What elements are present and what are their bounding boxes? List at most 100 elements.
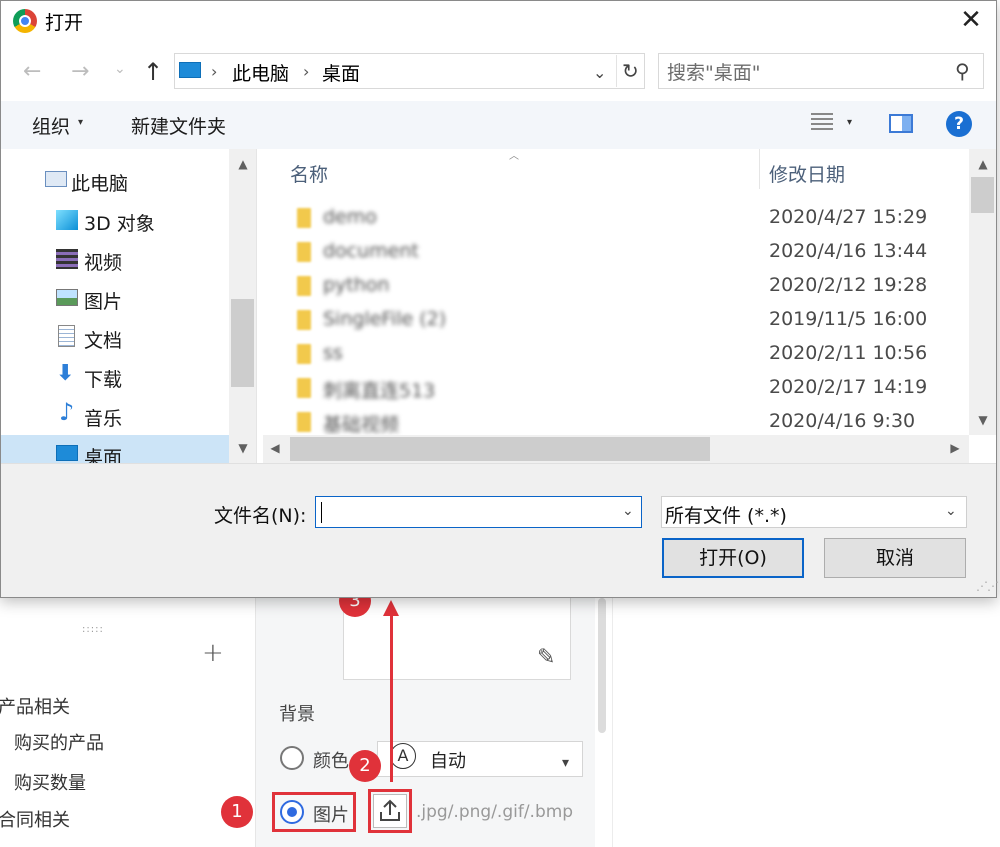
nav-item-videos[interactable]: 视频	[1, 240, 229, 279]
search-icon[interactable]: ⚲	[955, 59, 970, 83]
filename-dropdown-icon[interactable]: ⌄	[622, 503, 634, 519]
tree-group-contract[interactable]: 合同相关	[0, 806, 70, 832]
nav-label: 视频	[84, 252, 123, 274]
scroll-down-icon[interactable]: ▼	[973, 413, 993, 427]
file-name: demo	[323, 206, 377, 228]
column-divider[interactable]	[759, 149, 760, 189]
file-row[interactable]: document 2020/4/16 13:44	[263, 235, 969, 269]
tree-group-product[interactable]: 产品相关	[0, 693, 70, 719]
properties-scrollbar[interactable]	[598, 598, 606, 733]
callout-1: 1	[221, 796, 253, 828]
annotation-arrow-head	[383, 600, 399, 616]
file-name: SingleFile (2)	[323, 308, 447, 330]
title-bar[interactable]	[1, 1, 996, 41]
file-type-dropdown-icon[interactable]: ⌄	[945, 503, 957, 519]
nav-label: 音乐	[84, 408, 123, 430]
preview-pane-icon[interactable]	[889, 114, 913, 133]
scroll-up-icon[interactable]: ▲	[973, 157, 993, 171]
nav-item-pictures[interactable]: 图片	[1, 279, 229, 318]
scroll-down-icon[interactable]: ▼	[233, 441, 253, 455]
annotation-box-image-radio	[272, 792, 356, 832]
breadcrumb-desktop[interactable]: 桌面	[322, 59, 360, 86]
cancel-button[interactable]: 取消	[824, 538, 966, 578]
add-icon[interactable]: +	[202, 640, 224, 666]
nav-item-documents[interactable]: 文档	[1, 318, 229, 357]
column-header-name[interactable]: 名称	[290, 160, 328, 187]
computer-icon	[45, 171, 67, 187]
tree-item-purchase-quantity[interactable]: 购买数量	[14, 769, 86, 795]
view-options-icon[interactable]	[811, 113, 833, 133]
organize-dropdown-icon[interactable]: ▾	[78, 117, 83, 128]
nav-item-3d-objects[interactable]: 3D 对象	[1, 201, 229, 240]
column-header-modified[interactable]: 修改日期	[769, 160, 845, 187]
file-date: 2020/2/17 14:19	[769, 376, 928, 398]
file-date: 2020/2/11 10:56	[769, 342, 928, 364]
breadcrumb-separator-icon: ›	[303, 62, 310, 81]
nav-label: 图片	[84, 291, 123, 313]
organize-menu[interactable]: 组织	[32, 112, 70, 139]
close-button[interactable]: ✕	[951, 3, 991, 39]
folder-icon	[297, 310, 311, 330]
document-icon	[58, 325, 75, 347]
filename-input[interactable]	[315, 496, 642, 528]
drag-handle-icon[interactable]: :::::	[82, 624, 104, 635]
cube-icon	[56, 210, 78, 230]
nav-label: 文档	[84, 330, 123, 352]
recent-chevron-icon[interactable]: ⌄	[114, 61, 126, 77]
file-list-scroll-thumb[interactable]	[971, 177, 994, 213]
view-dropdown-icon[interactable]: ▾	[847, 117, 852, 128]
address-dropdown-icon[interactable]: ⌄	[593, 63, 606, 82]
file-row[interactable]: ss 2020/2/11 10:56	[263, 337, 969, 371]
tree-item-purchased-product[interactable]: 购买的产品	[14, 729, 104, 755]
file-date: 2019/11/5 16:00	[769, 308, 928, 330]
open-file-dialog: 打开 ✕ ← → ⌄ ↑ › 此电脑 › 桌面 ⌄ ↻ 搜索"桌面" ⚲ 组织 …	[0, 0, 999, 598]
radio-color[interactable]	[280, 746, 304, 770]
breadcrumb-separator-icon: ›	[211, 62, 218, 81]
file-name: ss	[323, 342, 343, 364]
nav-item-music[interactable]: ♪ 音乐	[1, 396, 229, 435]
scroll-up-icon[interactable]: ▲	[233, 157, 253, 171]
nav-item-desktop[interactable]: 桌面	[1, 435, 229, 469]
edit-pencil-icon[interactable]: ✎	[537, 645, 555, 670]
nav-item-downloads[interactable]: ⬇ 下载	[1, 357, 229, 396]
scroll-right-icon[interactable]: ▶	[945, 441, 965, 455]
annotation-arrow-line	[390, 612, 393, 782]
file-list-hscroll-thumb[interactable]	[290, 437, 710, 461]
sort-ascending-icon: ︿	[509, 151, 519, 162]
nav-label: 3D 对象	[84, 213, 155, 235]
forward-arrow-icon[interactable]: →	[71, 59, 89, 84]
help-icon[interactable]: ?	[946, 111, 972, 137]
address-divider	[616, 55, 617, 87]
refresh-icon[interactable]: ↻	[622, 59, 639, 83]
folder-icon	[297, 378, 311, 398]
radio-color-label[interactable]: 颜色	[313, 747, 349, 773]
nav-item-this-pc[interactable]: 此电脑	[1, 161, 229, 200]
up-arrow-icon[interactable]: ↑	[143, 58, 163, 86]
file-row[interactable]: 基础视频 2020/4/16 9:30	[263, 405, 969, 435]
scroll-left-icon[interactable]: ◀	[265, 441, 285, 455]
breadcrumb-this-pc[interactable]: 此电脑	[232, 59, 289, 86]
download-icon: ⬇	[56, 361, 75, 386]
file-row[interactable]: 刺离直连513 2020/2/17 14:19	[263, 371, 969, 405]
folder-icon	[297, 208, 311, 228]
file-name: 刺离直连513	[323, 380, 436, 402]
open-button[interactable]: 打开(O)	[662, 538, 804, 578]
select-caret-icon: ▾	[562, 755, 570, 771]
folder-icon	[297, 276, 311, 296]
file-row[interactable]: demo 2020/4/27 15:29	[263, 201, 969, 235]
file-date: 2020/4/27 15:29	[769, 206, 928, 228]
new-folder-button[interactable]: 新建文件夹	[131, 112, 226, 139]
file-format-hint: .jpg/.png/.gif/.bmp	[416, 802, 574, 822]
callout-2: 2	[349, 750, 381, 782]
file-row[interactable]: SingleFile (2) 2019/11/5 16:00	[263, 303, 969, 337]
back-arrow-icon[interactable]: ←	[23, 59, 41, 84]
nav-pane-scroll-thumb[interactable]	[231, 299, 254, 387]
file-row[interactable]: python 2020/2/12 19:28	[263, 269, 969, 303]
annotation-box-upload	[368, 789, 412, 833]
resize-grip-icon[interactable]: ⋰⋰	[976, 579, 999, 593]
auto-select-label: 自动	[430, 751, 466, 772]
auto-icon: A	[390, 743, 416, 769]
nav-label: 下载	[84, 369, 123, 391]
file-name: python	[323, 274, 390, 296]
file-date: 2020/2/12 19:28	[769, 274, 928, 296]
